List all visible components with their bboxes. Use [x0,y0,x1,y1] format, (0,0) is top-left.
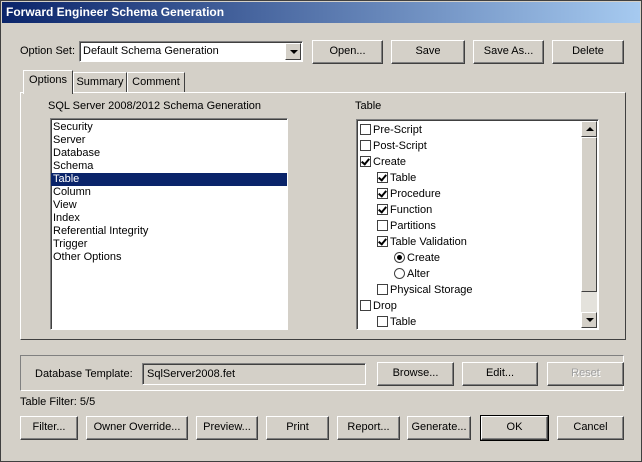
radio-button[interactable] [394,268,405,279]
tree-option-label: Pre-Script [373,124,422,136]
checkbox[interactable] [377,316,388,327]
tree-option-label: Function [390,204,433,216]
table-options-list[interactable]: Pre-Script Post-Script Create Table Procedur… [356,119,599,330]
database-template-field[interactable]: SqlServer2008.fet [142,363,366,385]
list-item[interactable]: Server [51,134,287,147]
cancel-button[interactable]: Cancel [557,416,624,440]
list-item[interactable]: Trigger [51,238,287,251]
checkbox[interactable] [377,236,388,247]
tree-option-label: Procedure [390,188,441,200]
tree-option-label: Create [373,156,407,168]
delete-button[interactable]: Delete [552,40,624,64]
checkbox[interactable] [360,140,371,151]
right-list-title: Table [355,100,382,112]
forward-engineer-dialog: Forward Engineer Schema Generation Optio… [0,0,642,462]
list-item[interactable]: View [51,199,287,212]
option-set-label: Option Set: [20,45,76,57]
generate-button[interactable]: Generate... [407,416,471,440]
tab-comment[interactable]: Comment [127,72,185,92]
checkbox[interactable] [377,188,388,199]
edit-button[interactable]: Edit... [462,362,538,386]
tree-option-label: Drop [373,300,397,312]
options-panel: SQL Server 2008/2012 Schema Generation S… [20,92,626,340]
tree-option-label: Physical Storage [390,284,473,296]
table-filter-status: Table Filter: 5/5 [20,396,96,408]
list-item[interactable]: Table [51,173,287,186]
tab-options[interactable]: Options [23,70,73,94]
checkbox[interactable] [377,172,388,183]
checkbox[interactable] [360,300,371,311]
browse-button[interactable]: Browse... [377,362,454,386]
left-list-title: SQL Server 2008/2012 Schema Generation [48,100,262,112]
list-item[interactable]: Other Options [51,251,287,264]
option-set-dropdown[interactable]: Default Schema Generation [79,41,303,62]
open-button[interactable]: Open... [312,40,383,64]
checkbox[interactable] [377,284,388,295]
ok-button[interactable]: OK [480,415,549,441]
chevron-down-icon[interactable] [285,43,301,60]
tree-option-label: Table Validation [390,236,467,248]
tree-option-label: Create [407,252,441,264]
save-button[interactable]: Save [391,40,465,64]
database-template-group: Database Template: SqlServer2008.fet Bro… [20,355,624,391]
database-template-label: Database Template: [35,368,133,380]
reset-button: Reset [547,362,624,386]
owner-override-button[interactable]: Owner Override... [86,416,188,440]
scroll-thumb[interactable] [581,137,597,292]
scroll-up-icon[interactable] [581,121,597,137]
list-item[interactable]: Security [51,121,287,134]
vertical-scrollbar[interactable] [581,121,597,328]
list-item[interactable]: Schema [51,160,287,173]
checkbox[interactable] [360,124,371,135]
print-button[interactable]: Print [266,416,329,440]
tree-option-label: Table [390,316,417,328]
preview-button[interactable]: Preview... [196,416,258,440]
tree-option-label: Post-Script [373,140,427,152]
checkbox[interactable] [377,204,388,215]
report-button[interactable]: Report... [337,416,400,440]
tree-option-label: Table [390,172,417,184]
tree-option-label: Alter [407,268,430,280]
scroll-down-icon[interactable] [581,312,597,328]
radio-button[interactable] [394,252,405,263]
option-set-value: Default Schema Generation [83,45,219,57]
window-title: Forward Engineer Schema Generation [2,2,640,23]
filter-button[interactable]: Filter... [20,416,78,440]
tab-summary[interactable]: Summary [73,72,127,92]
checkbox[interactable] [360,156,371,167]
tree-option-label: Partitions [390,220,436,232]
schema-category-list[interactable]: Security Server Database Schema Table Column V… [50,118,288,330]
list-item[interactable]: Referential Integrity [51,225,287,238]
checkbox[interactable] [377,220,388,231]
list-item[interactable]: Column [51,186,287,199]
list-item[interactable]: Database [51,147,287,160]
list-item[interactable]: Index [51,212,287,225]
save-as-button[interactable]: Save As... [473,40,544,64]
